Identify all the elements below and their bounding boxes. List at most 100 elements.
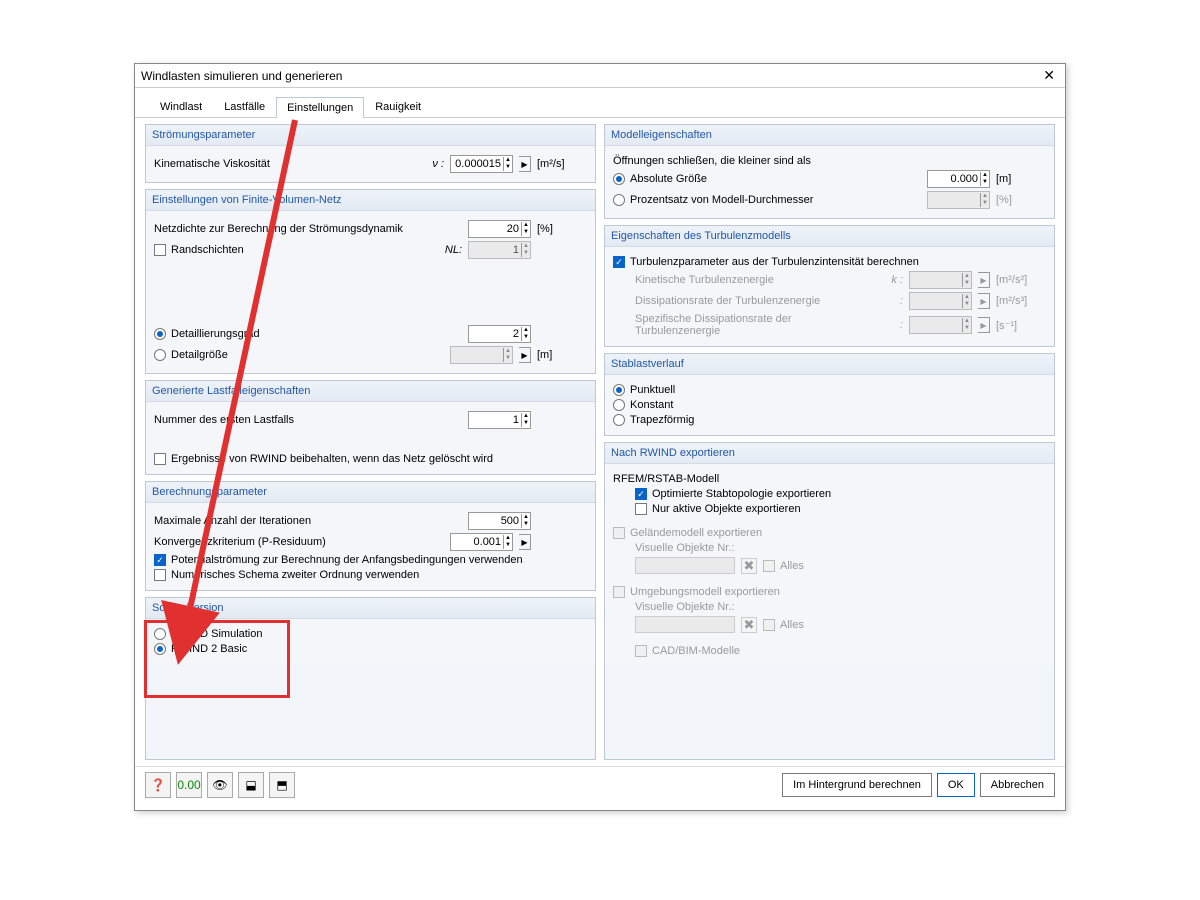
tab-einstellungen[interactable]: Einstellungen xyxy=(276,97,364,118)
cancel-button[interactable]: Abbrechen xyxy=(980,773,1055,797)
sym-diss: : xyxy=(879,295,903,307)
group-flow: Strömungsparameter Kinematische Viskosit… xyxy=(145,124,596,183)
sym-bl: NL: xyxy=(438,244,462,256)
check-bl[interactable]: Randschichten xyxy=(154,244,244,256)
unit-abs: [m] xyxy=(996,173,1046,185)
radio-detailsize[interactable]: Detailgröße xyxy=(154,349,228,361)
unit-density: [%] xyxy=(537,223,587,235)
group-heading: Eigenschaften des Turbulenzmodells xyxy=(605,226,1054,247)
label-visc: Kinematische Viskosität xyxy=(154,158,414,170)
save-default-icon[interactable]: ⬓ xyxy=(238,772,264,798)
radio-abs[interactable]: Absolute Größe xyxy=(613,173,707,185)
label-conv: Konvergenzkriterium (P-Residuum) xyxy=(154,536,444,548)
label-vis2: Visuelle Objekte Nr.: xyxy=(635,601,1046,613)
detailgrad-spinner[interactable]: ▲▼ xyxy=(468,325,531,343)
group-heading: Modelleigenschaften xyxy=(605,125,1054,146)
label-firstlc: Nummer des ersten Lastfalls xyxy=(154,414,462,426)
conv-spinner[interactable]: ▲▼ xyxy=(450,533,513,551)
run-icon: ▶ xyxy=(978,293,990,309)
group-heading: Stablastverlauf xyxy=(605,354,1054,375)
group-turb: Eigenschaften des Turbulenzmodells Turbu… xyxy=(604,225,1055,347)
check-keep[interactable]: Ergebnisse von RWIND beibehalten, wenn d… xyxy=(154,453,493,465)
check-turb-calc[interactable]: Turbulenzparameter aus der Turbulenzinte… xyxy=(613,256,919,268)
check-active-only[interactable]: Nur aktive Objekte exportieren xyxy=(635,503,801,515)
radio-detailgrad[interactable]: Detaillierungsgrad xyxy=(154,328,260,340)
radio-pct[interactable]: Prozentsatz von Modell-Durchmesser xyxy=(613,194,813,206)
close-icon[interactable]: ✕ xyxy=(1039,67,1059,84)
pct-spinner: ▲▼ xyxy=(927,191,990,209)
group-heading: Generierte Lastfalleigenschaften xyxy=(146,381,595,402)
eye-icon[interactable]: 👁 xyxy=(207,772,233,798)
radio-punkt[interactable]: Punktuell xyxy=(613,384,675,396)
dialog-title: Windlasten simulieren und generieren xyxy=(141,69,1039,83)
label-density: Netzdichte zur Berechnung der Strömungsd… xyxy=(154,223,462,235)
visc-spinner[interactable]: ▲▼ xyxy=(450,155,513,173)
iter-spinner[interactable]: ▲▼ xyxy=(468,512,531,530)
density-spinner[interactable]: ▲▼ xyxy=(468,220,531,238)
run-icon[interactable]: ▶ xyxy=(519,534,531,550)
firstlc-spinner[interactable]: ▲▼ xyxy=(468,411,531,429)
group-export: Nach RWIND exportieren RFEM/RSTAB-Modell… xyxy=(604,442,1055,760)
label-kin: Kinetische Turbulenzenergie xyxy=(635,274,873,286)
right-column: Modelleigenschaften Öffnungen schließen,… xyxy=(604,124,1055,760)
check-env: Umgebungsmodell exportieren xyxy=(613,586,780,598)
help-icon[interactable]: ❓ xyxy=(145,772,171,798)
left-column: Strömungsparameter Kinematische Viskosit… xyxy=(145,124,596,760)
bl-spinner: ▲▼ xyxy=(468,241,531,259)
unit-spec: [s⁻¹] xyxy=(996,319,1046,332)
group-memb: Stablastverlauf Punktuell Konstant Trape… xyxy=(604,353,1055,436)
radio-konst[interactable]: Konstant xyxy=(613,399,673,411)
group-model: Modelleigenschaften Öffnungen schließen,… xyxy=(604,124,1055,219)
run-icon[interactable]: ▶ xyxy=(519,156,531,172)
units-icon[interactable]: 0.00 xyxy=(176,772,202,798)
check-pot[interactable]: Potentialströmung zur Berechnung der Anf… xyxy=(154,554,523,566)
dialog-footer: ❓ 0.00 👁 ⬓ ⬒ Im Hintergrund berechnen OK… xyxy=(135,766,1065,806)
title-bar: Windlasten simulieren und generieren ✕ xyxy=(135,64,1065,88)
tab-lastfaelle[interactable]: Lastfälle xyxy=(213,96,276,117)
group-calc: Berechnungsparameter Maximale Anzahl der… xyxy=(145,481,596,591)
check-opt-topo[interactable]: Optimierte Stabtopologie exportieren xyxy=(635,488,831,500)
spec-spinner: ▲▼ xyxy=(909,316,972,334)
check-ord2[interactable]: Numerisches Schema zweiter Ordnung verwe… xyxy=(154,569,419,581)
tab-strip: Windlast Lastfälle Einstellungen Rauigke… xyxy=(135,88,1065,118)
sym-visc: ν : xyxy=(420,158,444,170)
kin-spinner: ▲▼ xyxy=(909,271,972,289)
check-alles-1: Alles xyxy=(763,560,804,572)
abs-spinner[interactable]: ▲▼ xyxy=(927,170,990,188)
radio-trapez[interactable]: Trapezförmig xyxy=(613,414,694,426)
group-heading: Berechnungsparameter xyxy=(146,482,595,503)
group-solver: Solver-Version RWIND Simulation RWIND 2 … xyxy=(145,597,596,760)
label-iter: Maximale Anzahl der Iterationen xyxy=(154,515,462,527)
ok-button[interactable]: OK xyxy=(937,773,975,797)
calc-bg-button[interactable]: Im Hintergrund berechnen xyxy=(782,773,932,797)
check-terrain: Geländemodell exportieren xyxy=(613,527,762,539)
unit-visc: [m²/s] xyxy=(537,158,587,170)
run-icon[interactable]: ▶ xyxy=(519,347,531,363)
radio-rwind-sim[interactable]: RWIND Simulation xyxy=(154,628,263,640)
group-heading: Nach RWIND exportieren xyxy=(605,443,1054,464)
dialog-window: Windlasten simulieren und generieren ✕ W… xyxy=(134,63,1066,811)
delete-icon: ✖ xyxy=(741,617,757,633)
diss-spinner: ▲▼ xyxy=(909,292,972,310)
label-spec: Spezifische Dissipationsrate der Turbule… xyxy=(635,313,873,337)
unit-diss: [m²/s³] xyxy=(996,295,1046,307)
detailsize-spinner: ▲▼ xyxy=(450,346,513,364)
group-gen: Generierte Lastfalleigenschaften Nummer … xyxy=(145,380,596,475)
group-fvm: Einstellungen von Finite-Volumen-Netz Ne… xyxy=(145,189,596,374)
tab-windlast[interactable]: Windlast xyxy=(149,96,213,117)
label-diss: Dissipationsrate der Turbulenzenergie xyxy=(635,295,873,307)
run-icon: ▶ xyxy=(978,317,990,333)
check-cad: CAD/BIM-Modelle xyxy=(635,645,740,657)
delete-icon: ✖ xyxy=(741,558,757,574)
load-default-icon[interactable]: ⬒ xyxy=(269,772,295,798)
vis-input-1 xyxy=(635,557,735,574)
tab-rauigkeit[interactable]: Rauigkeit xyxy=(364,96,432,117)
sym-kin: k : xyxy=(879,274,903,286)
check-alles-2: Alles xyxy=(763,619,804,631)
group-heading: Einstellungen von Finite-Volumen-Netz xyxy=(146,190,595,211)
radio-rwind-2[interactable]: RWIND 2 Basic xyxy=(154,643,247,655)
group-heading: Strömungsparameter xyxy=(146,125,595,146)
vis-input-2 xyxy=(635,616,735,633)
label-vis1: Visuelle Objekte Nr.: xyxy=(635,542,1046,554)
run-icon: ▶ xyxy=(978,272,990,288)
